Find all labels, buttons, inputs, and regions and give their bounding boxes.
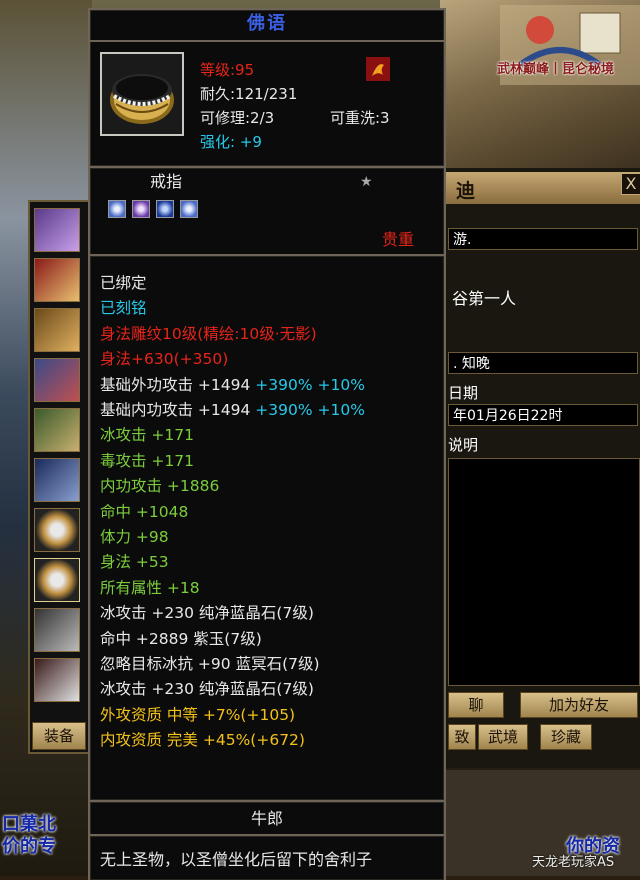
scene-text-left-2: 价的专 (2, 836, 56, 857)
attribute-text: 命中 +2889 紫玉(7级) (100, 629, 262, 648)
item-type: 戒指 (150, 172, 183, 191)
watermark: 天龙老玩家AS (532, 855, 615, 870)
attribute-bonus: +390% (250, 401, 313, 419)
item-tooltip-maker: 牛郎 (88, 800, 446, 838)
tab-zhencang[interactable]: 珍藏 (540, 724, 592, 750)
star-icon: ★ (360, 174, 373, 190)
equip-slot-charm[interactable] (34, 658, 80, 702)
attribute-text: 命中 +1048 (100, 502, 189, 521)
equip-slot-boots[interactable] (34, 458, 80, 502)
attribute-line: 外攻资质 中等 +7%(+105) (100, 704, 295, 726)
attribute-text: 基础外功攻击 +1494 (100, 375, 251, 394)
tab-equipment[interactable]: 装备 (32, 722, 86, 750)
gem-slot-4[interactable] (180, 200, 198, 218)
item-tooltip-type: 戒指 ★ 贵重 (88, 166, 446, 256)
item-icon-frame (100, 52, 184, 136)
info-field-3: . 知晚 (448, 352, 638, 374)
promo-text: 武林巅峰丨昆仑秘境 (497, 62, 615, 77)
attribute-line: 身法雕纹10级(精绘:10级·无影) (100, 323, 317, 345)
attribute-text: 冰攻击 +171 (100, 426, 194, 445)
attribute-text: 身法雕纹10级(精绘:10级·无影) (100, 324, 317, 343)
item-rewashable: 可重洗:3 (330, 109, 390, 127)
tab-wujing[interactable]: 武境 (478, 724, 528, 750)
item-enhance: 强化: +9 (200, 132, 262, 152)
attribute-bonus: +10% (312, 375, 365, 394)
add-friend-button[interactable]: 加为好友 (520, 692, 638, 718)
attribute-line: 命中 +2889 紫玉(7级) (100, 628, 262, 650)
attribute-bonus: +390% (250, 375, 313, 394)
attribute-text: 所有属性 +18 (100, 578, 200, 597)
attribute-line: 身法+630(+350) (100, 348, 228, 370)
attribute-text: 体力 +98 (100, 528, 169, 546)
attribute-text: 毒攻击 +171 (100, 451, 194, 470)
item-durability: 耐久:121/231 (200, 85, 298, 103)
gem-slot-1[interactable] (108, 200, 126, 218)
item-repairable: 可修理:2/3 (200, 109, 275, 127)
attribute-text: 内攻资质 完美 +45%(+672) (100, 731, 305, 750)
attribute-text: 已绑定 (100, 274, 147, 292)
equip-slot-bracer[interactable] (34, 308, 80, 352)
flame-icon (366, 57, 390, 81)
item-tooltip-description: 无上圣物，以圣僧坐化后留下的舍利子 (88, 834, 446, 880)
chat-button[interactable]: 聊 (448, 692, 504, 718)
item-description: 无上圣物，以圣僧坐化后留下的舍利子 (100, 850, 373, 869)
divider (90, 40, 444, 42)
attribute-line: 已刻铭 (100, 297, 147, 319)
attribute-line: 内攻资质 完美 +45%(+672) (100, 729, 305, 751)
close-icon[interactable]: X (621, 173, 640, 195)
attribute-line: 所有属性 +18 (100, 577, 200, 599)
attribute-text: 基础内功攻击 +1494 (100, 401, 251, 419)
item-quality: 贵重 (382, 230, 415, 249)
item-name: 佛语 (247, 13, 287, 34)
equip-slot-scroll[interactable] (34, 258, 80, 302)
player-info-titlebar: 迪 (442, 172, 640, 204)
attribute-text: 身法+630(+350) (100, 350, 229, 369)
equip-slot-ring-2[interactable] (34, 558, 80, 602)
attribute-line: 毒攻击 +171 (100, 450, 194, 472)
player-info-title: 迪 (456, 180, 476, 202)
description-box (448, 458, 640, 686)
attribute-text: 内功攻击 +1886 (100, 477, 220, 496)
attribute-line: 身法 +53 (100, 551, 169, 573)
gem-slot-3[interactable] (156, 200, 174, 218)
attribute-text: 冰攻击 +230 纯净蓝晶石(7级) (100, 680, 314, 699)
item-tooltip-attributes: 已绑定已刻铭身法雕纹10级(精绘:10级·无影) 身法+630(+350) 基础外功… (88, 254, 446, 802)
attribute-line: 忽略目标冰抗 +90 蓝冥石(7级) (100, 653, 320, 675)
equip-slot-glove[interactable] (34, 358, 80, 402)
attribute-line: 冰攻击 +171 (100, 424, 194, 446)
player-info-window: 迪 X 游. 谷第一人 . 知晚 日期 年01月26日22时 说明 聊 加为好友… (440, 168, 640, 768)
attribute-line: 已绑定 (100, 272, 147, 294)
info-field-1: 游. (448, 228, 638, 250)
attribute-text: 忽略目标冰抗 +90 蓝冥石(7级) (100, 655, 320, 673)
attribute-line: 体力 +98 (100, 526, 169, 548)
equip-slot-belt[interactable] (34, 408, 80, 452)
attribute-line: 基础内功攻击 +1494 +390% +10% (100, 399, 365, 421)
attribute-text: 冰攻击 +230 纯净蓝晶石(7级) (100, 604, 314, 623)
attribute-text: 外攻资质 中等 +7%(+105) (100, 705, 296, 724)
equip-slot-ring-1[interactable] (34, 508, 80, 552)
attribute-bonus: +10% (312, 401, 365, 419)
attribute-text: 已刻铭 (100, 299, 147, 318)
date-field: 年01月26日22时 (448, 404, 638, 426)
attribute-line: 内功攻击 +1886 (100, 475, 219, 497)
enhance-label: 强化: (200, 133, 236, 151)
ring-icon (102, 54, 182, 134)
attribute-line: 命中 +1048 (100, 501, 188, 523)
tab-partial[interactable]: 致 (448, 724, 476, 750)
item-maker: 牛郎 (250, 809, 283, 828)
equip-slot-amulet[interactable] (34, 608, 80, 652)
enhance-value: +9 (239, 133, 262, 151)
gem-slot-2[interactable] (132, 200, 150, 218)
attribute-line: 冰攻击 +230 纯净蓝晶石(7级) (100, 602, 314, 624)
info-field-2: 谷第一人 (452, 289, 517, 308)
attribute-line: 基础外功攻击 +1494 +390% +10% (100, 374, 365, 396)
attribute-line: 冰攻击 +230 纯净蓝晶石(7级) (100, 678, 314, 700)
label-date: 日期 (448, 384, 479, 402)
equipment-strip (28, 200, 94, 754)
attribute-text: 身法 +53 (100, 553, 169, 572)
item-tooltip-header: 佛语 等级:95 耐久:121/231 可修理:2/3 可重洗:3 强化: +9 (88, 8, 446, 168)
label-description: 说明 (448, 436, 479, 454)
equip-slot-helmet[interactable] (34, 208, 80, 252)
item-level: 等级:95 (200, 61, 255, 79)
